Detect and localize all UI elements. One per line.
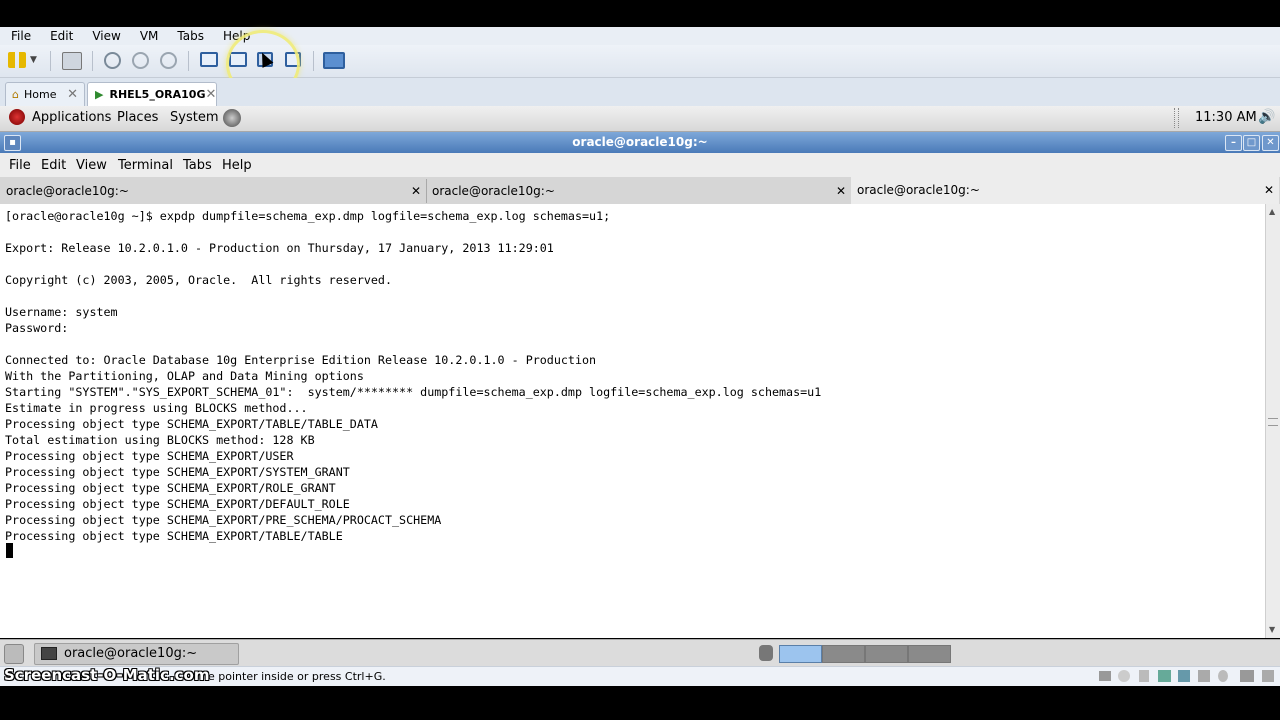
workspace-2[interactable]: [822, 645, 865, 663]
vm-icon: ▶: [95, 88, 104, 101]
terminal-tab-1[interactable]: oracle@oracle10g:~ ✕: [0, 179, 427, 203]
terminal-menubar: File Edit View Terminal Tabs Help: [0, 153, 1280, 177]
close-icon[interactable]: ✕: [411, 179, 421, 203]
workspace-4[interactable]: [908, 645, 951, 663]
cd-rom-icon[interactable]: [1118, 670, 1130, 682]
floppy-icon[interactable]: [1139, 670, 1149, 682]
maximize-icon[interactable]: □: [1243, 135, 1260, 151]
system-menu[interactable]: System: [170, 110, 218, 125]
sound-card-icon[interactable]: [1198, 670, 1210, 682]
minimize-icon[interactable]: –: [1225, 135, 1242, 151]
clock[interactable]: 11:30 AM: [1195, 110, 1257, 125]
terminal-menu-file[interactable]: File: [9, 158, 31, 173]
terminal-tab-2[interactable]: oracle@oracle10g:~ ✕: [426, 179, 852, 203]
message-log-icon[interactable]: [1262, 670, 1274, 682]
vmware-tab-strip: ⌂ Home ✕ ▶ RHEL5_ORA10G ✕: [0, 78, 1280, 107]
places-menu[interactable]: Places: [117, 110, 158, 125]
vmware-tab-vm-label: RHEL5_ORA10G: [109, 88, 206, 101]
vmware-toolbar: ▼: [0, 45, 1280, 78]
normal-view-icon[interactable]: [200, 52, 218, 67]
scroll-down-icon[interactable]: ▼: [1269, 625, 1275, 634]
scroll-up-icon[interactable]: ▲: [1269, 207, 1275, 216]
terminal-menu-view[interactable]: View: [76, 158, 107, 173]
vmware-tab-home[interactable]: ⌂ Home ✕: [5, 82, 85, 106]
revert-snapshot-icon[interactable]: [132, 52, 149, 69]
terminal-tab-label: oracle@oracle10g:~: [432, 184, 555, 198]
gnome-top-panel: Applications Places System 11:30 AM 🔊: [0, 106, 1280, 132]
taskbar-window-button[interactable]: oracle@oracle10g:~: [34, 643, 239, 665]
send-ctrl-alt-del-icon[interactable]: [62, 52, 82, 70]
terminal-tab-strip: oracle@oracle10g:~ ✕ oracle@oracle10g:~ …: [0, 177, 1280, 205]
bluetooth-icon[interactable]: [1218, 670, 1228, 682]
redhat-logo-icon: [9, 109, 25, 125]
printer-icon[interactable]: [1240, 670, 1254, 682]
terminal-output[interactable]: [oracle@oracle10g ~]$ expdp dumpfile=sch…: [0, 204, 1265, 638]
window-menu-icon[interactable]: ▪: [4, 135, 21, 151]
vmware-tab-vm[interactable]: ▶ RHEL5_ORA10G ✕: [87, 82, 217, 106]
show-desktop-icon[interactable]: [4, 644, 24, 664]
vmware-menu-tabs[interactable]: Tabs: [166, 29, 212, 43]
pause-dropdown-icon[interactable]: ▼: [30, 52, 40, 68]
workspace-1-active[interactable]: [779, 645, 822, 663]
vmware-menu-file[interactable]: File: [0, 29, 39, 43]
vmware-menu-view[interactable]: View: [81, 29, 128, 43]
text-cursor: [6, 543, 13, 558]
window-title: oracle@oracle10g:~: [572, 135, 708, 149]
trash-icon[interactable]: [759, 645, 773, 661]
terminal-tab-label: oracle@oracle10g:~: [857, 183, 980, 197]
vmware-menu-vm[interactable]: VM: [129, 29, 167, 43]
volume-icon[interactable]: 🔊: [1258, 109, 1275, 125]
bottom-letterbox: [0, 686, 1280, 720]
workspace-3[interactable]: [865, 645, 908, 663]
terminal-tab-3-active[interactable]: oracle@oracle10g:~ ✕: [851, 177, 1279, 204]
terminal-menu-tabs[interactable]: Tabs: [183, 158, 212, 173]
close-window-icon[interactable]: ✕: [1262, 135, 1279, 151]
vmware-tab-home-label: Home: [23, 88, 57, 101]
toolbar-separator: [188, 51, 189, 71]
toolbar-separator: [50, 51, 51, 71]
terminal-menu-edit[interactable]: Edit: [41, 158, 66, 173]
pause-icon[interactable]: [8, 52, 26, 68]
hard-disk-icon[interactable]: [1099, 671, 1111, 681]
console-view-icon[interactable]: [323, 52, 345, 69]
gnome-bottom-panel: oracle@oracle10g:~: [0, 639, 1280, 667]
vmware-menubar: File Edit View VM Tabs Help: [0, 27, 1280, 45]
toolbar-separator: [313, 51, 314, 71]
screencast-watermark: Screencast-O-Matic.com: [4, 666, 210, 684]
network-adapter-icon[interactable]: [1158, 670, 1171, 682]
close-icon[interactable]: ✕: [836, 179, 846, 203]
close-icon[interactable]: ✕: [67, 87, 78, 102]
taskbar-window-label: oracle@oracle10g:~: [64, 646, 198, 661]
network-globe-icon[interactable]: [223, 109, 241, 127]
close-icon[interactable]: ✕: [206, 87, 217, 102]
scroll-thumb-grip[interactable]: [1268, 418, 1278, 426]
terminal-tab-label: oracle@oracle10g:~: [6, 184, 129, 198]
terminal-icon: [41, 647, 57, 660]
terminal-menu-help[interactable]: Help: [222, 158, 252, 173]
terminal-menu-terminal[interactable]: Terminal: [118, 158, 173, 173]
snapshot-icon[interactable]: [104, 52, 121, 69]
terminal-text: [oracle@oracle10g ~]$ expdp dumpfile=sch…: [5, 209, 822, 543]
vmware-menu-edit[interactable]: Edit: [39, 29, 81, 43]
status-hint: e pointer inside or press Ctrl+G.: [208, 670, 386, 683]
top-letterbox: [0, 0, 1280, 27]
home-icon: ⌂: [12, 88, 19, 101]
applications-menu[interactable]: Applications: [32, 110, 111, 125]
snapshot-manager-icon[interactable]: [160, 52, 177, 69]
close-icon[interactable]: ✕: [1264, 178, 1274, 202]
usb-icon[interactable]: [1178, 670, 1190, 682]
toolbar-separator: [92, 51, 93, 71]
terminal-scrollbar[interactable]: ▲ ▼: [1265, 204, 1280, 638]
terminal-titlebar: ▪ oracle@oracle10g:~ – □ ✕: [0, 132, 1280, 153]
panel-handle: [1174, 108, 1179, 128]
